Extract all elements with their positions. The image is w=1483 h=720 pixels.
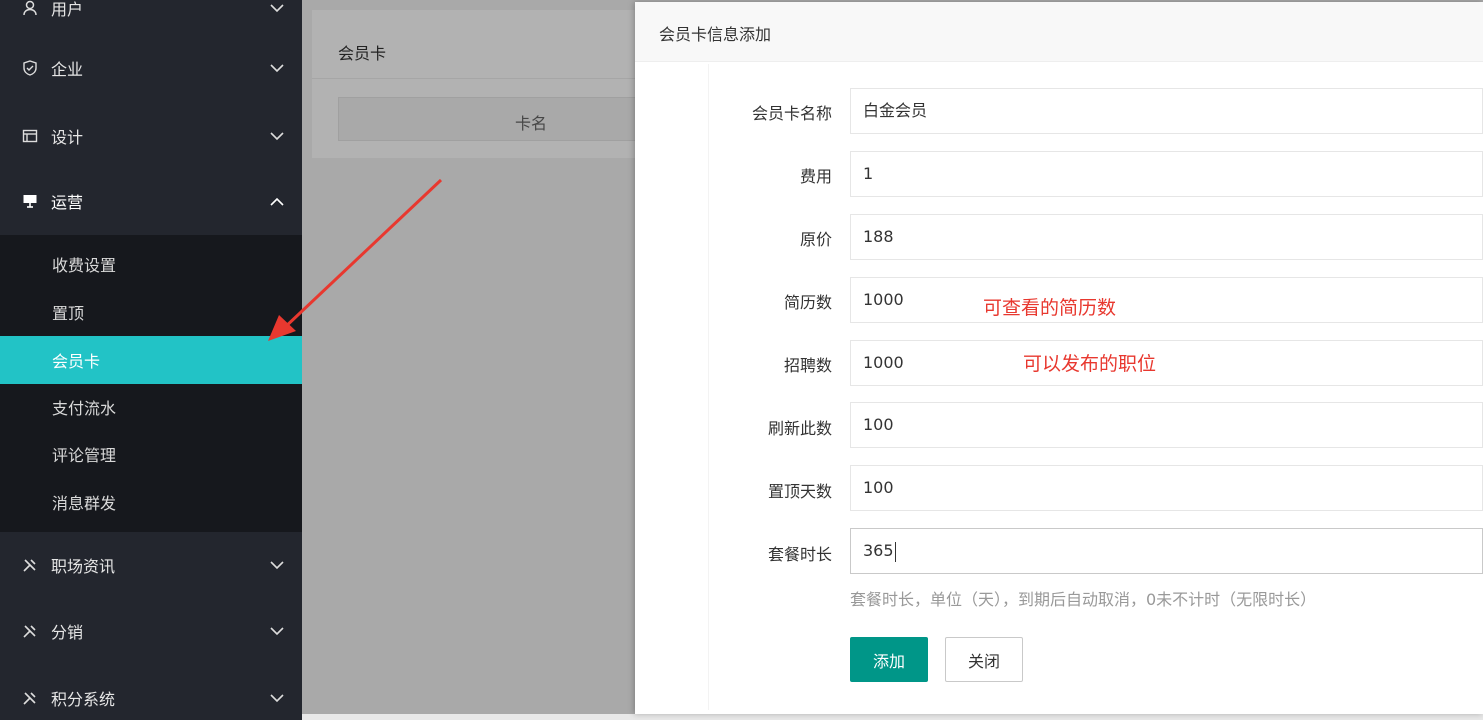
tools-icon — [22, 557, 38, 573]
sidebar-item-label: 设计 — [51, 128, 84, 147]
sidebar-item-users[interactable]: 用户 — [0, 0, 302, 38]
sidebar-item-label: 运营 — [51, 193, 84, 212]
chevron-down-icon — [270, 61, 284, 75]
sidebar-subitem-pin[interactable]: 置顶 — [0, 288, 302, 335]
sidebar-item-career-news[interactable]: 职场资讯 — [0, 535, 302, 595]
dialog-title: 会员卡信息添加 — [659, 25, 772, 44]
sidebar-subitem-label: 置顶 — [52, 303, 85, 323]
sidebar-subitem-label: 收费设置 — [52, 255, 117, 275]
add-button[interactable]: 添加 — [850, 637, 928, 682]
sidebar-subitem-label: 支付流水 — [52, 398, 117, 418]
package-duration-hint: 套餐时长，单位（天），到期后自动取消，0未不计时（无限时长） — [850, 590, 1317, 609]
chevron-down-icon — [270, 129, 284, 143]
user-icon — [22, 0, 38, 16]
shield-icon — [22, 60, 38, 76]
chevron-down-icon — [270, 1, 284, 15]
package-duration-input[interactable]: 365 — [850, 528, 1483, 574]
sidebar-item-label: 用户 — [51, 0, 84, 19]
field-label-refresh-count: 刷新此数 — [767, 419, 832, 438]
sidebar-subitem-label: 评论管理 — [52, 445, 117, 465]
field-label-package-duration: 套餐时长 — [767, 545, 832, 564]
sidebar-item-operations[interactable]: 运营 — [0, 171, 302, 231]
screen-icon — [22, 193, 38, 209]
resume-count-input[interactable]: 1000 — [850, 277, 1483, 323]
field-label-original-price: 原价 — [799, 230, 832, 249]
sidebar-item-enterprise[interactable]: 企业 — [0, 38, 302, 98]
sidebar-item-label: 企业 — [51, 60, 84, 79]
chevron-down-icon — [270, 624, 284, 638]
chevron-up-icon — [270, 194, 284, 208]
scroll-strip — [302, 714, 1483, 720]
pin-days-input[interactable]: 100 — [850, 465, 1483, 511]
sidebar-subitem-membership-card[interactable]: 会员卡 — [0, 336, 302, 384]
membership-card-form: 会员卡名称 白金会员 费用 1 原价 188 简历数 1000 招聘数 1000… — [708, 64, 1483, 710]
package-duration-value: 365 — [863, 541, 894, 560]
field-label-pin-days: 置顶天数 — [767, 482, 832, 501]
text-cursor — [894, 541, 896, 562]
fee-input[interactable]: 1 — [850, 151, 1483, 197]
dialog-header: 会员卡信息添加 — [635, 2, 1483, 62]
card-name-input[interactable]: 白金会员 — [850, 88, 1483, 134]
sidebar-item-label: 积分系统 — [51, 690, 116, 709]
annotation-resume: 可查看的简历数 — [983, 297, 1117, 319]
tools-icon — [22, 623, 38, 639]
layout-icon — [22, 128, 38, 144]
sidebar-item-points-system[interactable]: 积分系统 — [0, 668, 302, 720]
sidebar-item-label: 分销 — [51, 623, 84, 642]
sidebar-subitem-broadcast[interactable]: 消息群发 — [0, 478, 302, 525]
field-label-card-name: 会员卡名称 — [751, 104, 832, 123]
field-label-fee: 费用 — [799, 167, 832, 186]
tools-icon — [22, 690, 38, 706]
sidebar-item-label: 职场资讯 — [51, 557, 116, 576]
sidebar-item-design[interactable]: 设计 — [0, 106, 302, 166]
sidebar-subitem-fee-settings[interactable]: 收费设置 — [0, 240, 302, 287]
field-label-recruit-count: 招聘数 — [783, 356, 832, 375]
close-button[interactable]: 关闭 — [945, 637, 1023, 682]
field-label-resume-count: 简历数 — [783, 293, 832, 312]
chevron-down-icon — [270, 558, 284, 572]
sidebar: 用户 企业 设计 运营 收费设置 置顶 会员卡 支付流水 评论管理 消息群发 职… — [0, 0, 302, 720]
sidebar-subitem-comments[interactable]: 评论管理 — [0, 430, 302, 477]
sidebar-subitem-label: 会员卡 — [52, 352, 101, 371]
sidebar-subitem-label: 消息群发 — [52, 493, 117, 513]
annotation-jobs: 可以发布的职位 — [1023, 353, 1157, 375]
chevron-down-icon — [270, 691, 284, 705]
sidebar-subitem-payment-log[interactable]: 支付流水 — [0, 383, 302, 430]
recruit-count-input[interactable]: 1000 — [850, 340, 1483, 386]
original-price-input[interactable]: 188 — [850, 214, 1483, 260]
refresh-count-input[interactable]: 100 — [850, 402, 1483, 448]
sidebar-item-distribution[interactable]: 分销 — [0, 601, 302, 661]
sidebar-submenu: 收费设置 置顶 会员卡 支付流水 评论管理 消息群发 — [0, 235, 302, 532]
